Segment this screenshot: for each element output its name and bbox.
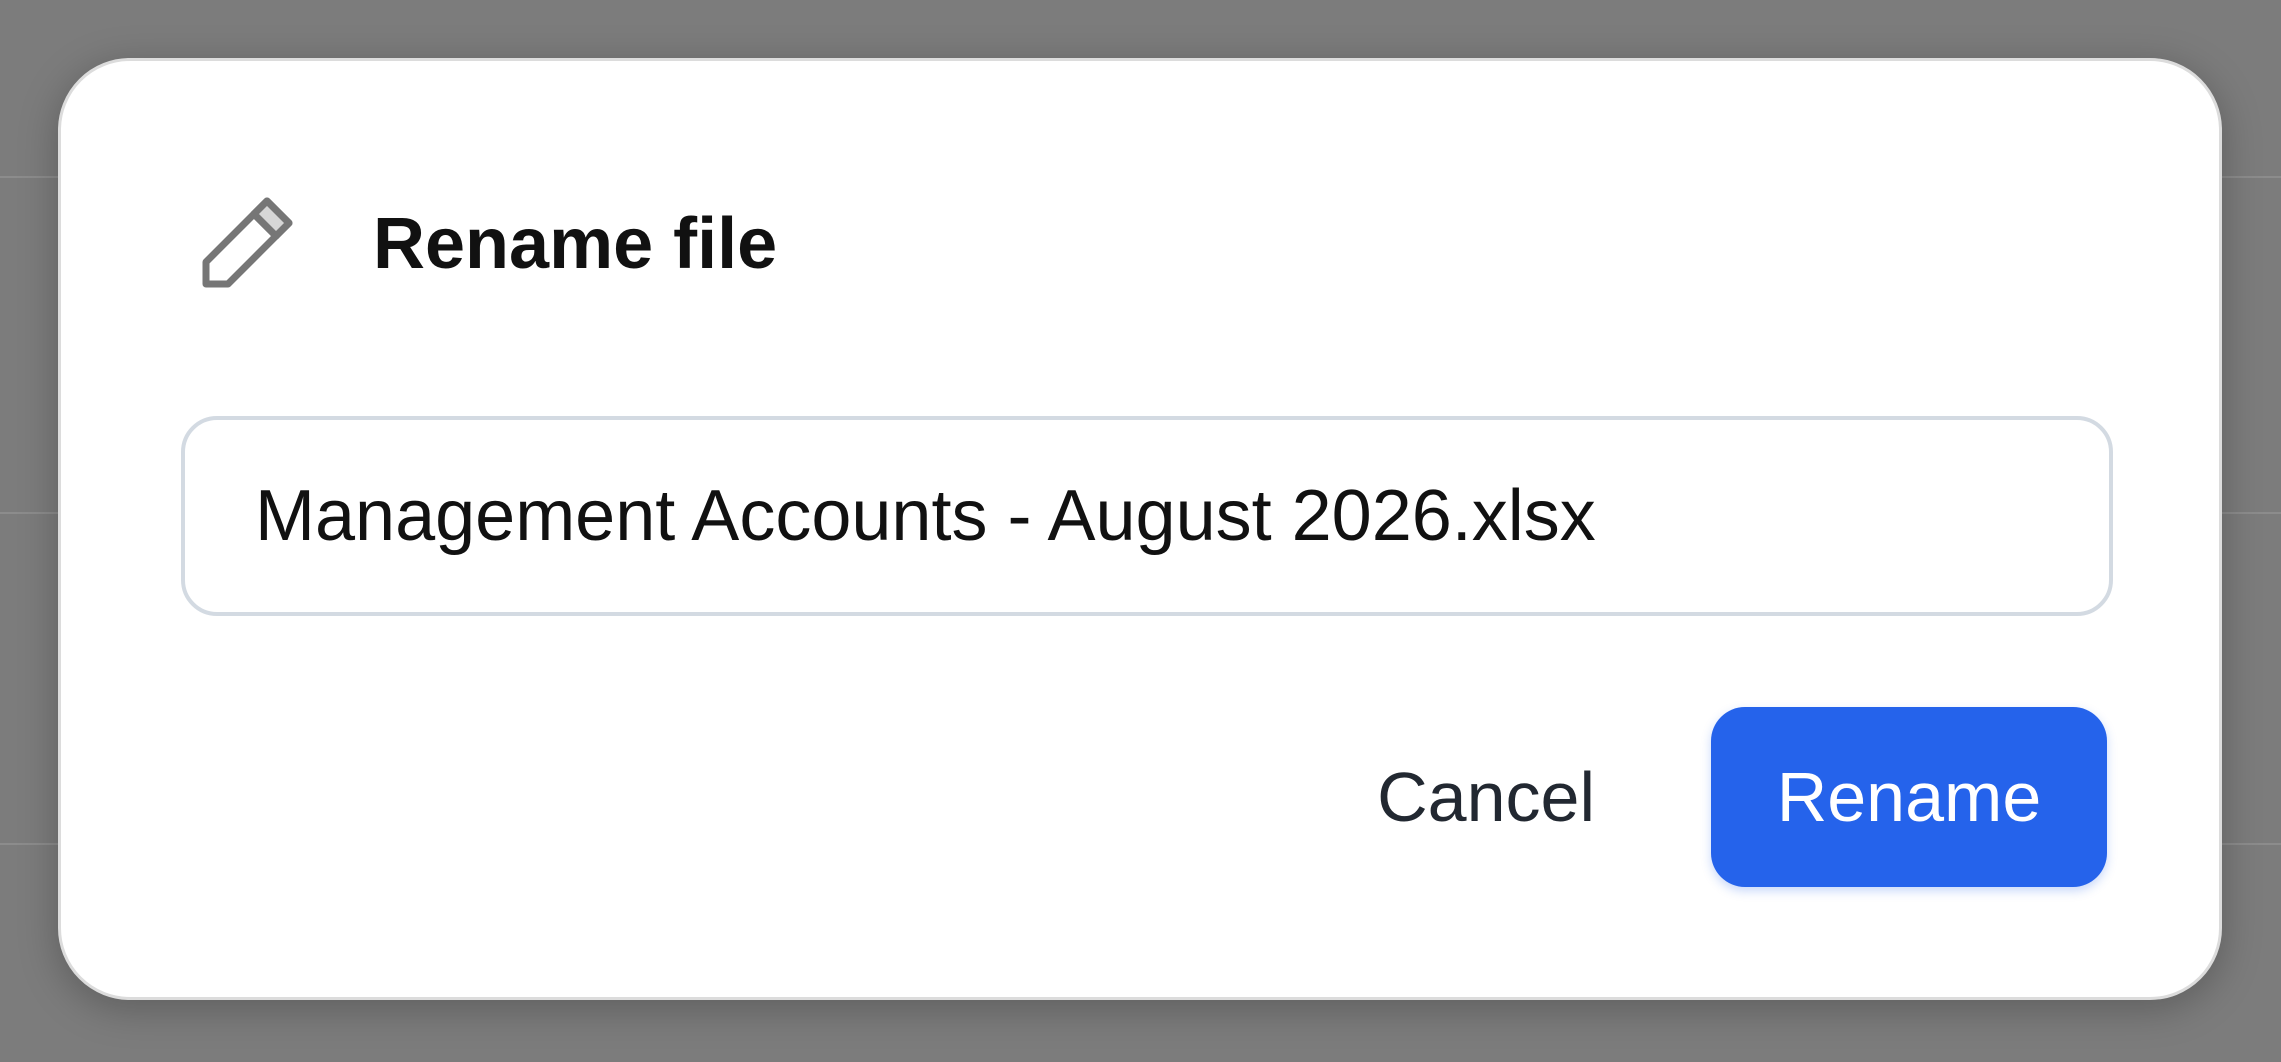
dialog-title: Rename file xyxy=(373,204,778,284)
pencil-icon xyxy=(191,189,301,299)
cancel-button[interactable]: Cancel xyxy=(1337,707,1635,887)
filename-input[interactable] xyxy=(181,416,2113,616)
rename-dialog: Rename file Cancel Rename xyxy=(58,58,2222,1000)
dialog-header: Rename file xyxy=(191,189,777,299)
dialog-actions: Cancel Rename xyxy=(1337,707,2107,887)
rename-button[interactable]: Rename xyxy=(1711,707,2107,887)
